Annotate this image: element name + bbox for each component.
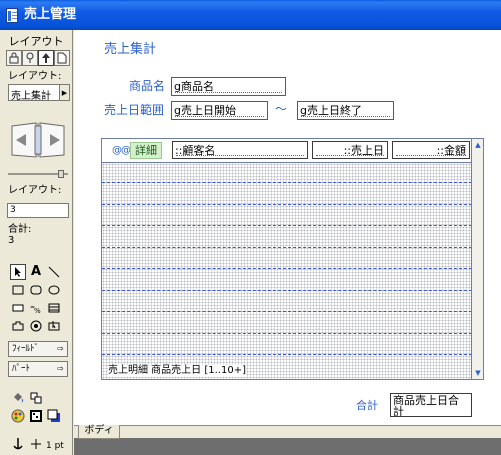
- palette-heading: レイアウト: [8, 35, 64, 48]
- fill-bucket-icon[interactable]: [10, 390, 26, 406]
- part-button[interactable]: ﾊﾟｰﾄ ⇨: [8, 361, 68, 377]
- amount-field[interactable]: ::金額: [392, 141, 470, 159]
- anchor-icon[interactable]: [10, 436, 26, 452]
- title-bar[interactable]: 売上管理: [0, 0, 501, 30]
- portal-anchor-icon: @@: [112, 145, 131, 156]
- layout-label: レイアウト:: [8, 71, 62, 82]
- scroll-down-icon[interactable]: ▼: [473, 368, 483, 378]
- detail-part-tag: 詳細: [130, 142, 162, 159]
- portal-row-line: [102, 311, 472, 312]
- portal-row-line: [102, 225, 472, 226]
- rectangle-tool-icon[interactable]: [10, 282, 26, 298]
- layout-selector-value: 売上集計: [11, 91, 51, 102]
- page-icon[interactable]: [54, 50, 70, 66]
- portal-row-line: [102, 268, 472, 269]
- layout-selector[interactable]: 売上集計 ▶: [8, 84, 70, 102]
- layout-number-field[interactable]: 3: [7, 203, 69, 218]
- portal-row-line: [102, 354, 472, 355]
- sale-date-field-text: ::売上日: [343, 144, 384, 157]
- portal-rows: [102, 163, 472, 379]
- scroll-up-icon[interactable]: ▲: [473, 140, 483, 150]
- portal-row-line: [102, 204, 472, 205]
- portal-row-line: [102, 182, 472, 183]
- merge-field-tool-icon[interactable]: =%: [28, 300, 44, 316]
- oval-tool-icon[interactable]: [46, 282, 62, 298]
- chevron-right-icon[interactable]: ▶: [59, 85, 69, 100]
- portal-scrollbar[interactable]: ▲ ▼: [471, 139, 483, 379]
- layout-canvas: 売上集計 商品名 g商品名 売上日範囲 g売上日開始 ～ g売上日終了 @@ 詳…: [74, 30, 501, 425]
- portal-tool-icon[interactable]: [46, 300, 62, 316]
- canvas-outside-area: [74, 438, 501, 455]
- chevron-right-icon: ⇨: [57, 364, 64, 373]
- product-name-field-text: g商品名: [174, 80, 214, 93]
- date-start-field[interactable]: g売上日開始: [171, 101, 268, 120]
- web-viewer-tool-icon[interactable]: [28, 318, 44, 334]
- customer-name-field[interactable]: ::顧客名: [172, 141, 308, 159]
- field-button-label: ﾌｨｰﾙﾄﾞ: [12, 344, 40, 354]
- canvas-bottom-border: [74, 425, 501, 426]
- total-sum-field[interactable]: 商品売上日合計: [390, 393, 472, 417]
- field-button[interactable]: ﾌｨｰﾙﾄﾞ ⇨: [8, 341, 68, 357]
- amount-field-text: ::金額: [436, 144, 466, 157]
- date-start-field-text: g売上日開始: [174, 104, 236, 117]
- field-tool-icon[interactable]: [10, 300, 26, 316]
- pattern-icon[interactable]: [28, 408, 44, 424]
- text-tool-icon[interactable]: A: [28, 264, 44, 280]
- pointer-up-icon[interactable]: [38, 50, 54, 66]
- portal-row-line: [102, 290, 472, 291]
- date-end-field-text: g売上日終了: [300, 104, 362, 117]
- copy-icon[interactable]: [28, 390, 44, 406]
- layout-slider[interactable]: [8, 170, 68, 178]
- line-width-icon[interactable]: [28, 436, 44, 452]
- portal-relation-label: 売上明細 商品売上日 [1..10+]: [108, 365, 246, 377]
- portal-first-row: @@ 詳細 ::顧客名 ::売上日 ::金額: [102, 139, 472, 163]
- lock-icon[interactable]: [6, 50, 22, 66]
- layout-title: 売上集計: [104, 42, 157, 57]
- layout-count-label: レイアウト:: [8, 185, 62, 196]
- chevron-right-icon: ⇨: [57, 344, 64, 353]
- date-end-field[interactable]: g売上日終了: [297, 101, 394, 120]
- total-sum-field-text: 商品売上日合計: [393, 394, 459, 417]
- date-range-label: 売上日範囲: [104, 103, 165, 117]
- slider-thumb[interactable]: [58, 170, 64, 178]
- portal-row-line: [102, 247, 472, 248]
- arrow-tool-icon[interactable]: [10, 264, 26, 280]
- line-width-label: 1 pt: [46, 441, 64, 451]
- sale-date-field[interactable]: ::売上日: [312, 141, 388, 159]
- color-palette-icon[interactable]: [10, 408, 26, 424]
- product-name-label: 商品名: [129, 79, 166, 93]
- svg-text:%: %: [34, 307, 41, 314]
- total-sum-label: 合計: [356, 399, 378, 412]
- tilde-separator: ～: [275, 102, 288, 116]
- button-tool-icon[interactable]: [46, 318, 62, 334]
- pin-icon[interactable]: [22, 50, 38, 66]
- pen-color-icon[interactable]: [46, 408, 62, 424]
- body-part-tab[interactable]: ボディ: [78, 425, 120, 439]
- customer-name-field-text: ::顧客名: [175, 144, 216, 157]
- tab-control-tool-icon[interactable]: [10, 318, 26, 334]
- product-name-field[interactable]: g商品名: [171, 77, 286, 96]
- book-navigator-icon[interactable]: [8, 120, 68, 160]
- app-icon: [6, 8, 18, 23]
- part-button-label: ﾊﾟｰﾄ: [12, 364, 31, 374]
- rounded-rect-tool-icon[interactable]: [28, 282, 44, 298]
- window-title: 売上管理: [24, 7, 77, 22]
- layout-tool-palette: レイアウト レイアウト: 売上集計 ▶ レイアウト: 3 合計: 3 A = %…: [0, 30, 73, 455]
- portal-sales-detail[interactable]: @@ 詳細 ::顧客名 ::売上日 ::金額 売上明細 商品売上日 [1..10…: [101, 138, 484, 380]
- total-value: 3: [8, 235, 15, 246]
- line-tool-icon[interactable]: [46, 264, 62, 280]
- portal-row-line: [102, 333, 472, 334]
